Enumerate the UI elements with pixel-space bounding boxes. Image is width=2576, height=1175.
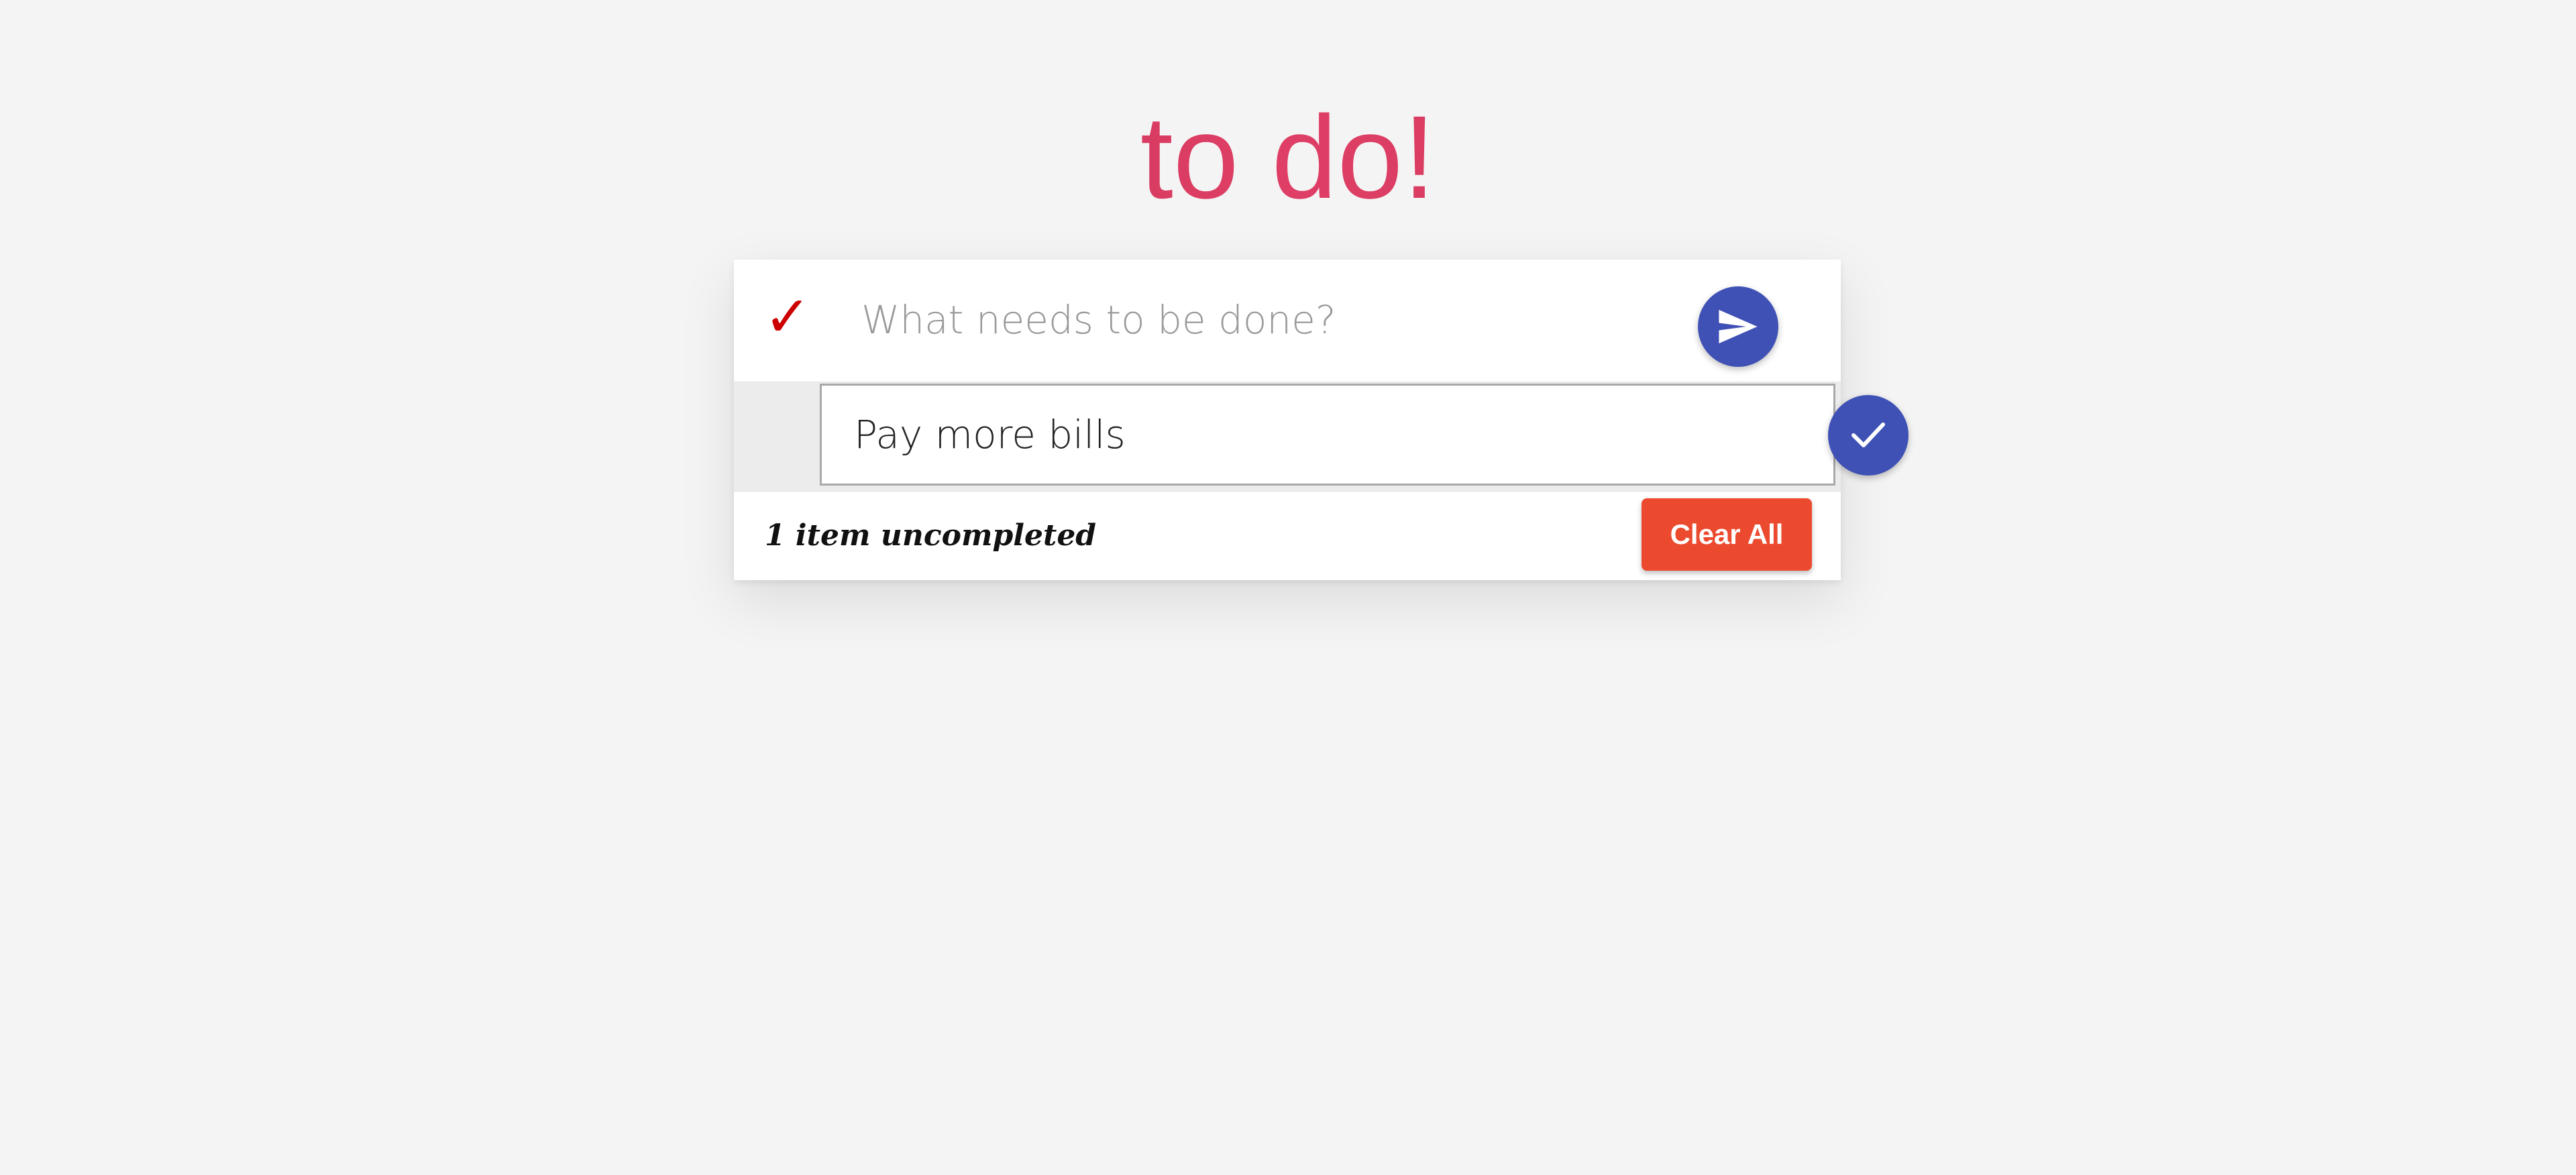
check-icon bbox=[1851, 423, 1885, 447]
todo-card: ✓ Pay more bills 1 item uncompleted Clea… bbox=[734, 260, 1909, 580]
todo-list-item: Pay more bills bbox=[734, 382, 1909, 492]
toggle-all-check-icon[interactable]: ✓ bbox=[761, 286, 814, 347]
complete-todo-button[interactable] bbox=[1828, 395, 1909, 475]
add-todo-button[interactable] bbox=[1698, 286, 1778, 367]
clear-all-button[interactable]: Clear All bbox=[1642, 498, 1812, 571]
items-uncompleted-count: 1 item uncompleted bbox=[765, 518, 1097, 553]
todo-label[interactable]: Pay more bills bbox=[854, 411, 1126, 458]
todo-item-edit-field[interactable]: Pay more bills bbox=[820, 384, 1909, 486]
app-title: to do! bbox=[0, 87, 2576, 228]
new-todo-row: ✓ bbox=[734, 260, 1841, 382]
new-todo-input[interactable] bbox=[855, 286, 1693, 353]
todo-footer: 1 item uncompleted Clear All bbox=[734, 492, 1841, 580]
send-icon bbox=[1719, 310, 1758, 343]
